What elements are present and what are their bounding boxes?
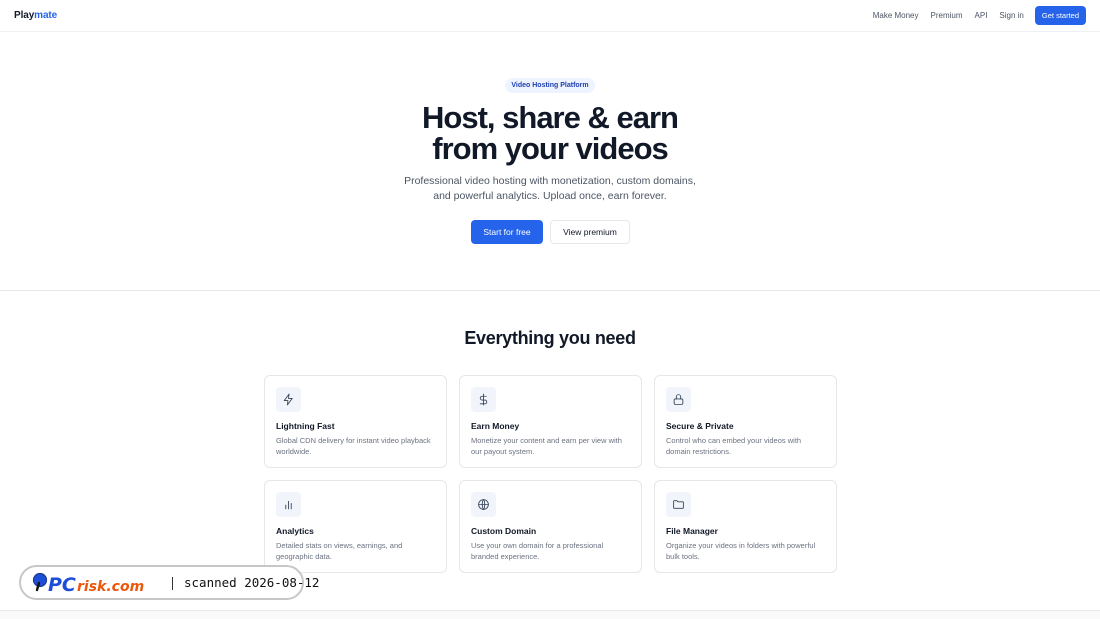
section-divider (0, 610, 1100, 619)
feature-card-file-manager: File Manager Organize your videos in fol… (654, 480, 837, 573)
feature-title: Secure & Private (666, 421, 734, 431)
view-premium-button[interactable]: View premium (550, 220, 630, 244)
pcrisk-logo: PC risk.com (32, 572, 144, 595)
top-nav-bar: Playmate Make Money Premium API Sign in … (0, 0, 1100, 32)
svg-text:risk.com: risk.com (77, 579, 144, 595)
dollar-icon (471, 387, 496, 412)
feature-description: Use your own domain for a professional b… (471, 541, 604, 561)
feature-description: Monetize your content and earn per view … (471, 436, 622, 456)
bar-chart-icon (276, 492, 301, 517)
feature-description: Organize your videos in folders with pow… (666, 541, 816, 561)
lightning-icon (276, 387, 301, 412)
scan-date-text: scanned 2026-08-12 (184, 575, 320, 590)
lock-icon (666, 387, 691, 412)
watermark-badge: PC risk.com scanned 2026-08-12 (19, 565, 319, 600)
feature-title: File Manager (666, 526, 718, 536)
svg-text:PC: PC (48, 574, 76, 595)
folder-icon (666, 492, 691, 517)
nav-sign-in[interactable]: Sign in (999, 11, 1023, 20)
feature-card-lightning-fast: Lightning Fast Global CDN delivery for i… (264, 375, 447, 468)
logo[interactable]: Playmate (14, 10, 57, 21)
hero-badge: Video Hosting Platform (505, 78, 595, 93)
features-title: Everything you need (464, 328, 636, 348)
feature-card-custom-domain: Custom Domain Use your own domain for a … (459, 480, 642, 573)
nav-premium[interactable]: Premium (931, 11, 963, 20)
feature-title: Analytics (276, 526, 314, 536)
feature-title: Earn Money (471, 421, 520, 431)
hero-section: Video Hosting Platform Host, share & ear… (0, 32, 1100, 291)
watermark-separator (172, 577, 173, 590)
hero-headline: Host, share & earn from your videos (0, 102, 1100, 164)
feature-card-earn-money: Earn Money Monetize your content and ear… (459, 375, 642, 468)
feature-description: Control who can embed your videos with d… (666, 436, 802, 456)
logo-part-1: Play (14, 10, 35, 21)
feature-card-analytics: Analytics Detailed stats on views, earni… (264, 480, 447, 573)
start-for-free-button[interactable]: Start for free (471, 220, 543, 244)
feature-description: Detailed stats on views, earnings, and g… (276, 541, 403, 561)
nav-make-money[interactable]: Make Money (873, 11, 919, 20)
hero-headline-line-2: from your videos (432, 131, 669, 166)
nav-links: Make Money Premium API Sign in Get start… (861, 6, 1086, 25)
hero-subtitle: Professional video hosting with monetiza… (404, 175, 696, 202)
feature-description: Global CDN delivery for instant video pl… (276, 436, 431, 456)
feature-title: Lightning Fast (276, 421, 335, 431)
nav-api[interactable]: API (975, 11, 988, 20)
feature-card-secure-private: Secure & Private Control who can embed y… (654, 375, 837, 468)
globe-icon (471, 492, 496, 517)
get-started-button[interactable]: Get started (1034, 6, 1086, 25)
logo-part-2: mate (34, 10, 58, 21)
feature-title: Custom Domain (471, 526, 537, 536)
hero-headline-line-1: Host, share & earn (422, 100, 679, 135)
